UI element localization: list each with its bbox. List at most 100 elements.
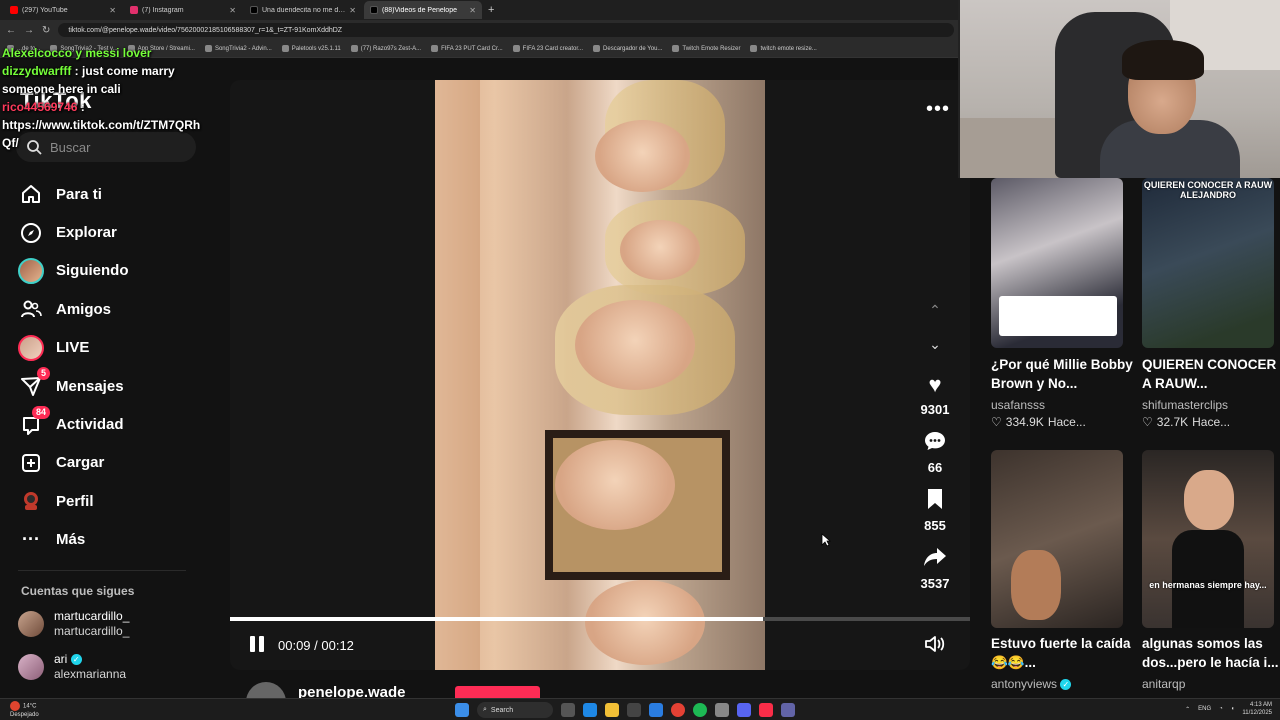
- video-thumbnail[interactable]: QUIEREN CONOCER A RAUW ALEJANDRO: [1142, 178, 1274, 348]
- video-card-author[interactable]: usafansss: [991, 398, 1045, 412]
- friends-icon: [18, 296, 44, 322]
- forward-icon[interactable]: →: [24, 25, 34, 36]
- volume-icon[interactable]: [924, 635, 946, 658]
- wifi-icon[interactable]: ◔: [1219, 706, 1223, 712]
- speaker-icon[interactable]: ◖: [1231, 706, 1235, 712]
- share-button[interactable]: 3537: [914, 546, 956, 591]
- bookmark-label: (77) Razo97s Zest-A...: [360, 45, 422, 52]
- close-icon[interactable]: ✕: [349, 6, 356, 15]
- reload-icon[interactable]: ↻: [42, 25, 50, 36]
- video-card-title[interactable]: algunas somos las dos...pero le hacía i.…: [1142, 634, 1280, 672]
- sidebar-item-mensajes[interactable]: 5 Mensajes: [18, 367, 198, 405]
- bookmark-label: twitch emote resize...: [760, 45, 817, 52]
- bookmark-item[interactable]: twitch emote resize...: [747, 45, 819, 52]
- avatar[interactable]: [246, 682, 286, 698]
- settings-icon[interactable]: [715, 703, 729, 717]
- tab-instagram[interactable]: (7) Instagram ✕: [124, 1, 242, 19]
- save-button[interactable]: 855: [914, 488, 956, 533]
- pause-icon[interactable]: [248, 636, 266, 654]
- discord-icon[interactable]: [737, 703, 751, 717]
- bookmark-label: FIFA 23 Card creator...: [522, 45, 584, 52]
- chrome-icon[interactable]: [671, 703, 685, 717]
- sidebar-item-amigos[interactable]: Amigos: [18, 290, 198, 328]
- comment-button[interactable]: 66: [914, 430, 956, 475]
- avatar: [18, 611, 44, 637]
- language-indicator[interactable]: ENG: [1198, 706, 1211, 712]
- chevron-up-icon[interactable]: ⌃: [926, 302, 944, 319]
- bookmark-icon: [750, 45, 758, 52]
- video-thumbnail[interactable]: [991, 450, 1123, 628]
- bookmark-item[interactable]: Paletools v25.1.11: [279, 45, 344, 52]
- bookmark-item[interactable]: Descargador de You...: [590, 45, 665, 52]
- bookmark-item[interactable]: Twitch Emote Resizer: [669, 45, 743, 52]
- screen: (297) YouTube ✕ (7) Instagram ✕ Una duende…: [0, 0, 1280, 720]
- close-icon[interactable]: ✕: [109, 6, 116, 15]
- more-options-icon[interactable]: •••: [926, 98, 950, 121]
- video-card-title[interactable]: QUIEREN CONOCER A RAUW...: [1142, 355, 1280, 393]
- bookmark-item[interactable]: SongTrivia2 - Advin...: [202, 45, 275, 52]
- back-icon[interactable]: ←: [6, 25, 16, 36]
- video-progress-bar[interactable]: [230, 617, 970, 621]
- chevron-down-icon[interactable]: ⌄: [926, 336, 944, 353]
- bookmark-item[interactable]: FIFA 23 PUT Card Cr...: [428, 45, 506, 52]
- share-count: 3537: [920, 576, 950, 591]
- tab-title: (88)Videos de Penelope: [382, 6, 457, 14]
- task-view-icon[interactable]: [561, 703, 575, 717]
- tab-tiktok-1[interactable]: Una duendecita no me deja gr... ✕: [244, 1, 362, 19]
- taskbar-search[interactable]: ⌕ Search: [477, 702, 553, 718]
- bookmark-item[interactable]: FIFA 23 Card creator...: [510, 45, 586, 52]
- follow-button[interactable]: [455, 686, 540, 698]
- tab-tiktok-active[interactable]: (88)Videos de Penelope ✕: [364, 1, 482, 19]
- teams-icon[interactable]: [781, 703, 795, 717]
- chat-message: Alexelcocco y messi lover: [2, 44, 207, 62]
- sidebar-item-live[interactable]: LIVE: [18, 329, 198, 367]
- video-frame[interactable]: [435, 80, 765, 670]
- new-tab-button[interactable]: +: [488, 4, 494, 16]
- windows-taskbar: 14°C Despejado ⌕ Search ⌃ ENG ◔ ◖ 4:13 AM…: [0, 698, 1280, 720]
- avatar: [18, 654, 44, 680]
- video-card-author[interactable]: shifumasterclips: [1142, 398, 1228, 412]
- sidebar-item-perfil[interactable]: Perfil: [18, 482, 198, 520]
- file-explorer-icon[interactable]: [605, 703, 619, 717]
- bookmark-item[interactable]: (77) Razo97s Zest-A...: [348, 45, 424, 52]
- weather-widget[interactable]: 14°C Despejado: [10, 701, 39, 719]
- video-card-title[interactable]: Estuvo fuerte la caída 😂😂...: [991, 634, 1133, 672]
- edge-icon[interactable]: [583, 703, 597, 717]
- store-icon[interactable]: [627, 703, 641, 717]
- sidebar-item-mas[interactable]: ··· Más: [18, 521, 198, 559]
- like-button[interactable]: ♥ 9301: [914, 372, 956, 417]
- video-card-author[interactable]: antonyviews ✓: [991, 677, 1072, 691]
- close-icon[interactable]: ✕: [469, 6, 476, 15]
- followed-account[interactable]: ari ✓ alexmarianna: [18, 652, 126, 682]
- thumbnail-caption: en hermanas siempre hay...: [1149, 580, 1267, 590]
- compass-icon: [18, 220, 44, 246]
- account-display-name: ari: [54, 652, 68, 666]
- url-field[interactable]: tiktok.com/@penelope.wade/video/75620002…: [58, 23, 954, 37]
- followed-account[interactable]: martucardillo_ martucardillo_: [18, 609, 129, 639]
- like-count: 9301: [920, 402, 950, 417]
- music-icon[interactable]: [759, 703, 773, 717]
- video-player[interactable]: ••• ⌃ ⌄ ♥ 9301 66 855 3537 00:09 / 00:12: [230, 80, 970, 670]
- video-thumbnail[interactable]: en hermanas siempre hay...: [1142, 450, 1274, 628]
- windows-start-icon[interactable]: [455, 703, 469, 717]
- mail-icon[interactable]: [649, 703, 663, 717]
- sidebar-item-actividad[interactable]: 84 Actividad: [18, 405, 198, 443]
- video-card-meta: ♡ 32.7K Hace...: [1142, 415, 1230, 429]
- video-thumbnail[interactable]: [991, 178, 1123, 348]
- clock[interactable]: 4:13 AM 11/12/2025: [1242, 701, 1272, 717]
- sidebar-item-siguiendo[interactable]: Siguiendo: [18, 252, 198, 290]
- spotify-icon[interactable]: [693, 703, 707, 717]
- clock-time: 4:13 AM: [1249, 702, 1272, 708]
- video-card-author[interactable]: anitarqp: [1142, 677, 1185, 691]
- author-name[interactable]: penelope.wade: [298, 684, 406, 698]
- sidebar-item-explorar[interactable]: Explorar: [18, 213, 198, 251]
- sidebar-item-label: Mensajes: [56, 377, 124, 395]
- chevron-up-icon[interactable]: ⌃: [1185, 706, 1190, 713]
- sidebar-item-cargar[interactable]: Cargar: [18, 444, 198, 482]
- bookmark-icon: [672, 45, 680, 52]
- video-card-title[interactable]: ¿Por qué Millie Bobby Brown y No...: [991, 355, 1133, 393]
- sidebar-item-para-ti[interactable]: Para ti: [18, 175, 198, 213]
- following-heading: Cuentas que sigues: [21, 584, 135, 598]
- close-icon[interactable]: ✕: [229, 6, 236, 15]
- tab-youtube[interactable]: (297) YouTube ✕: [4, 1, 122, 19]
